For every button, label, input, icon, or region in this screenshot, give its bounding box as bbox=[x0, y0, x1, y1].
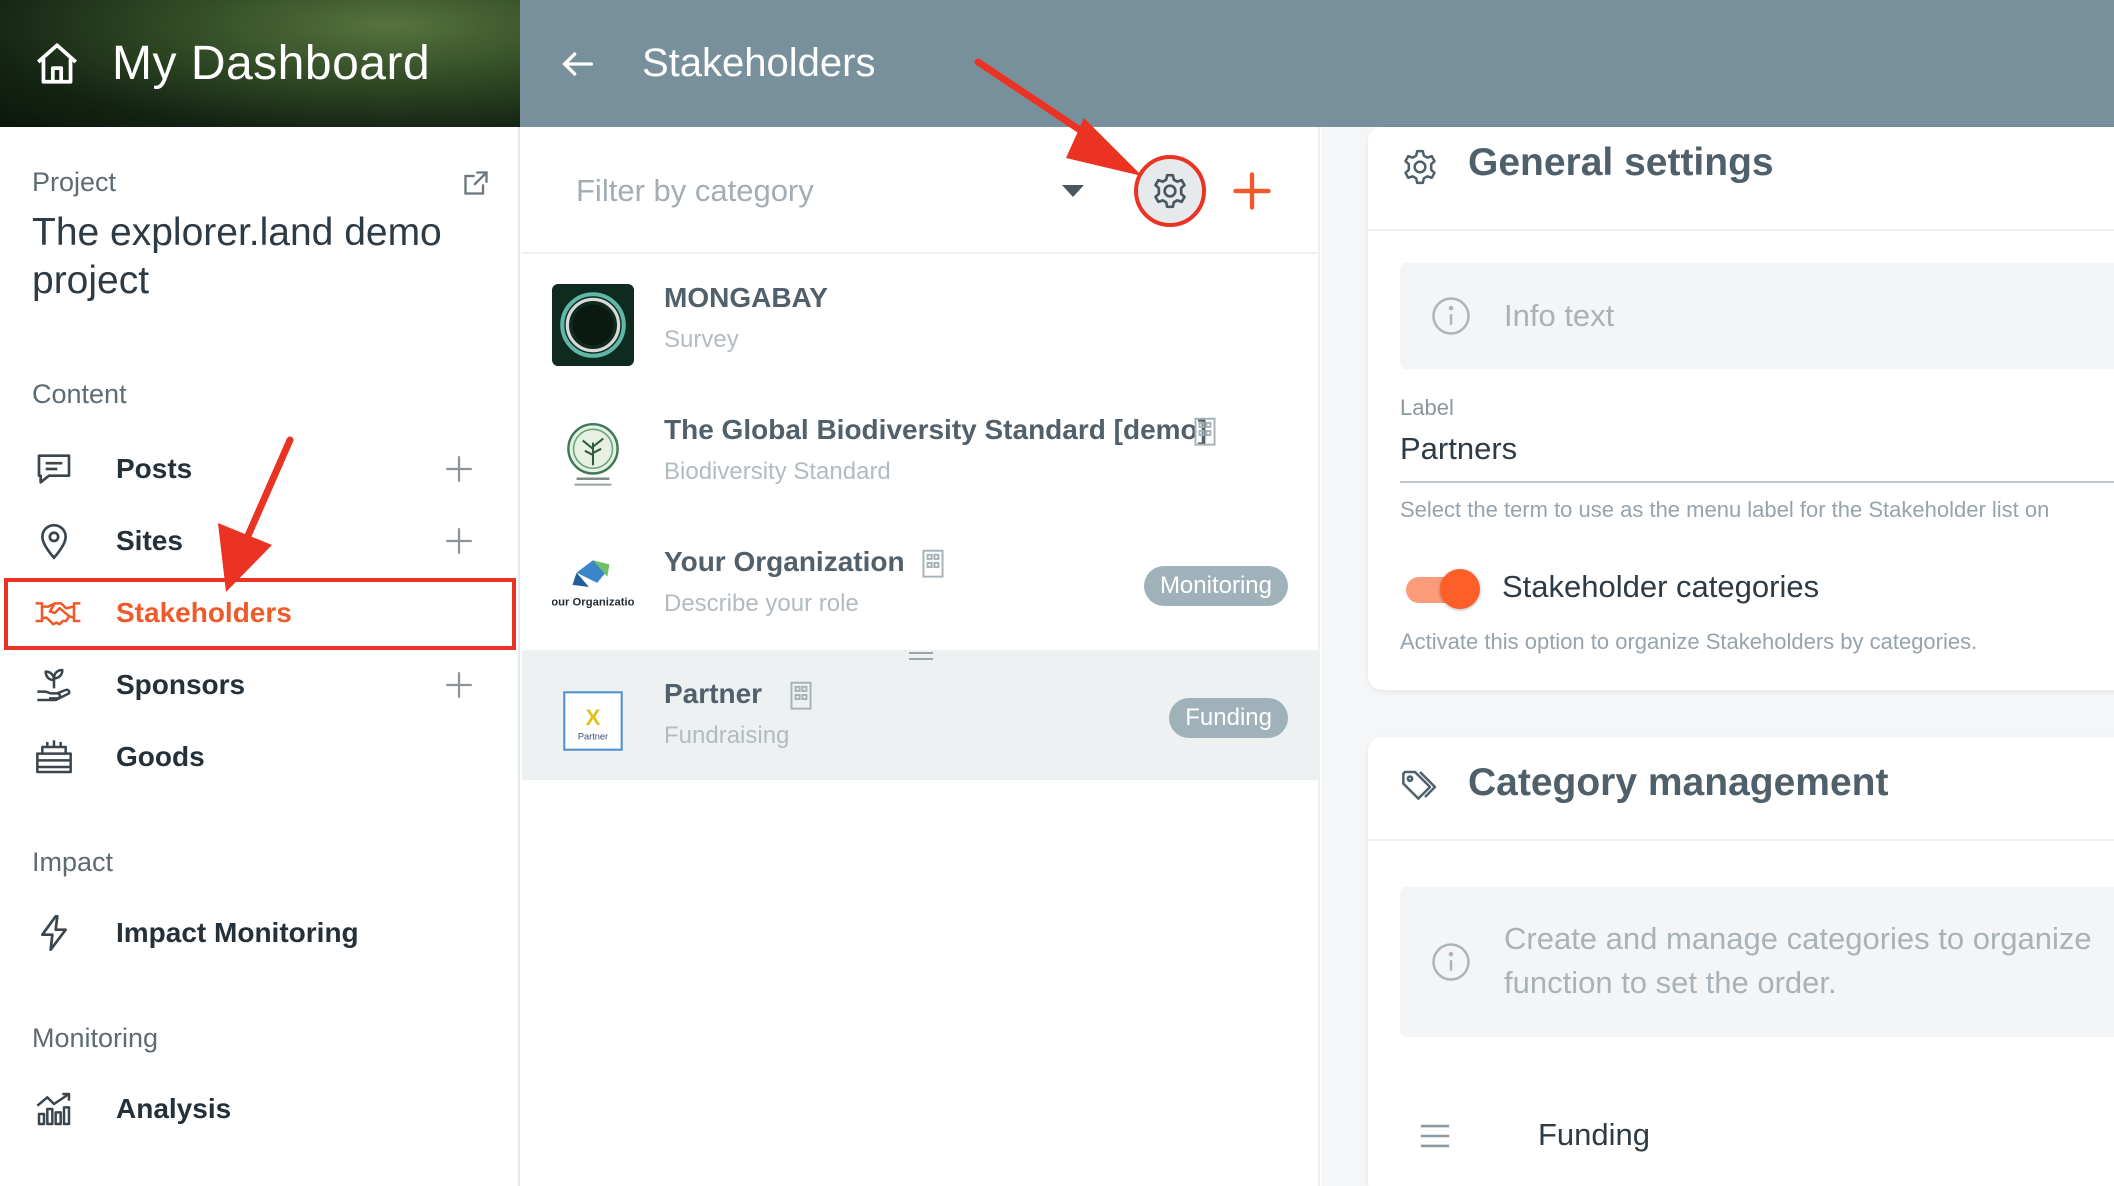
sidebar-item-sites[interactable]: Sites bbox=[0, 505, 520, 577]
stakeholder-name: MONGABAY bbox=[664, 282, 828, 313]
stakeholder-list: Filter by category MONGABAY Survey The G… bbox=[522, 127, 1320, 1186]
category-info-line-2: function to set the order. bbox=[1504, 965, 1837, 1000]
sidebar-item-label: Sites bbox=[116, 525, 183, 556]
add-stakeholder-button[interactable] bbox=[1230, 169, 1274, 213]
external-link-icon[interactable] bbox=[462, 169, 490, 197]
partner-logo-text: Partner bbox=[578, 731, 608, 741]
sidebar-item-analysis[interactable]: Analysis bbox=[0, 1073, 520, 1145]
label-field-input[interactable]: Partners bbox=[1400, 431, 1517, 467]
stakeholder-name: The Global Biodiversity Standard [demo] bbox=[664, 414, 1207, 445]
sidebar: Project The explorer.land demo project C… bbox=[0, 127, 520, 1186]
stakeholder-item-mongabay[interactable]: MONGABAY Survey bbox=[522, 254, 1320, 384]
biodiversity-standard-logo bbox=[567, 422, 619, 486]
home-icon bbox=[37, 42, 77, 84]
category-management-header: Category management bbox=[1368, 737, 2114, 841]
toggle-knob bbox=[1440, 569, 1480, 609]
general-settings-card: General settings Info text Label Partner… bbox=[1368, 127, 2114, 690]
info-icon bbox=[1432, 943, 1470, 981]
drag-handle-icon[interactable] bbox=[1418, 1121, 1452, 1151]
sidebar-item-label: Analysis bbox=[116, 1093, 232, 1124]
section-content: Content bbox=[32, 379, 127, 409]
dashboard-brand[interactable]: My Dashboard bbox=[0, 0, 520, 127]
stakeholder-name: Your Organization bbox=[664, 546, 905, 577]
goods-icon bbox=[36, 740, 72, 774]
project-name: The explorer.land demo project bbox=[32, 211, 442, 302]
sidebar-item-label: Impact Monitoring bbox=[116, 917, 359, 948]
drag-handle-icon[interactable] bbox=[906, 650, 936, 662]
toggle-label: Stakeholder categories bbox=[1502, 569, 1820, 604]
brand-title: My Dashboard bbox=[112, 37, 431, 90]
building-icon bbox=[1194, 417, 1216, 446]
partner-logo: X Partner bbox=[563, 691, 623, 751]
filter-row: Filter by category bbox=[522, 127, 1320, 254]
toggle-hint: Activate this option to organize Stakeho… bbox=[1400, 629, 1978, 654]
category-badge: Monitoring bbox=[1143, 566, 1288, 606]
category-row-funding[interactable]: Funding bbox=[1368, 1097, 2114, 1177]
project-label: Project bbox=[32, 167, 117, 197]
section-monitoring: Monitoring bbox=[32, 1023, 159, 1053]
category-filter-select[interactable]: Filter by category bbox=[576, 173, 814, 209]
category-badge: Funding bbox=[1169, 698, 1288, 738]
category-info-box: Create and manage categories to organize… bbox=[1400, 887, 2114, 1037]
sidebar-item-label: Sponsors bbox=[116, 669, 246, 700]
add-sponsor-icon[interactable] bbox=[442, 668, 476, 702]
settings-button[interactable] bbox=[1134, 155, 1206, 227]
settings-panel: General settings Info text Label Partner… bbox=[1322, 127, 2114, 1186]
stakeholder-name: Partner bbox=[664, 678, 763, 709]
lightning-icon bbox=[41, 915, 67, 951]
arrow-left-icon[interactable] bbox=[558, 44, 598, 84]
info-text: Info text bbox=[1504, 298, 1615, 333]
stakeholder-categories-toggle[interactable] bbox=[1402, 567, 1480, 609]
label-field-caption: Label bbox=[1400, 395, 1454, 420]
stakeholder-role: Describe your role bbox=[664, 590, 859, 617]
page-title: Stakeholders bbox=[642, 41, 876, 85]
sidebar-item-impact-monitoring[interactable]: Impact Monitoring bbox=[0, 897, 520, 969]
stakeholder-role: Fundraising bbox=[664, 722, 790, 749]
building-icon bbox=[790, 681, 812, 710]
stakeholder-item-partner[interactable]: X Partner Partner Fundraising Funding bbox=[522, 650, 1320, 780]
tags-icon bbox=[1402, 770, 1437, 800]
partner-logo-mark: X bbox=[585, 705, 600, 730]
info-text-box: Info text bbox=[1400, 263, 2114, 369]
plant-hand-icon bbox=[37, 668, 71, 702]
chat-icon bbox=[37, 454, 71, 484]
section-impact: Impact bbox=[32, 847, 114, 877]
info-icon bbox=[1432, 297, 1470, 335]
stakeholder-item-your-organization[interactable]: Your Organization Your Organization Desc… bbox=[522, 518, 1320, 648]
category-management-card: Category management Create and manage ca… bbox=[1368, 737, 2114, 1186]
label-field-underline bbox=[1400, 481, 2114, 483]
label-field-hint: Select the term to use as the menu label… bbox=[1400, 497, 2050, 522]
category-management-title: Category management bbox=[1468, 761, 1889, 804]
caret-down-icon[interactable] bbox=[1062, 185, 1084, 197]
sidebar-item-label: Posts bbox=[116, 453, 193, 484]
your-org-logo-text: Your Organization bbox=[552, 596, 634, 608]
sidebar-item-posts[interactable]: Posts bbox=[0, 433, 520, 505]
map-pin-icon bbox=[40, 523, 68, 560]
stakeholder-role: Survey bbox=[664, 326, 739, 353]
mongabay-logo bbox=[552, 284, 634, 366]
stakeholder-item-global-biodiversity[interactable]: The Global Biodiversity Standard [demo] … bbox=[522, 386, 1320, 516]
stakeholders-highlight-box bbox=[4, 578, 516, 650]
sidebar-item-label: Goods bbox=[116, 741, 205, 772]
general-settings-title: General settings bbox=[1468, 141, 1774, 184]
gear-icon bbox=[1404, 149, 1436, 185]
stakeholder-role: Biodiversity Standard bbox=[664, 458, 891, 485]
category-info-line-1: Create and manage categories to organize bbox=[1504, 921, 2092, 956]
sidebar-item-goods[interactable]: Goods bbox=[0, 721, 520, 793]
building-icon bbox=[922, 549, 944, 578]
sidebar-item-sponsors[interactable]: Sponsors bbox=[0, 649, 520, 721]
add-site-icon[interactable] bbox=[442, 524, 476, 558]
category-name: Funding bbox=[1538, 1117, 1651, 1152]
your-organization-logo: Your Organization bbox=[552, 560, 634, 608]
top-bar: Stakeholders bbox=[520, 0, 2114, 127]
add-post-icon[interactable] bbox=[442, 452, 476, 486]
gear-icon bbox=[1154, 173, 1186, 209]
analysis-chart-icon bbox=[36, 1092, 71, 1126]
general-settings-header: General settings bbox=[1368, 127, 2114, 231]
